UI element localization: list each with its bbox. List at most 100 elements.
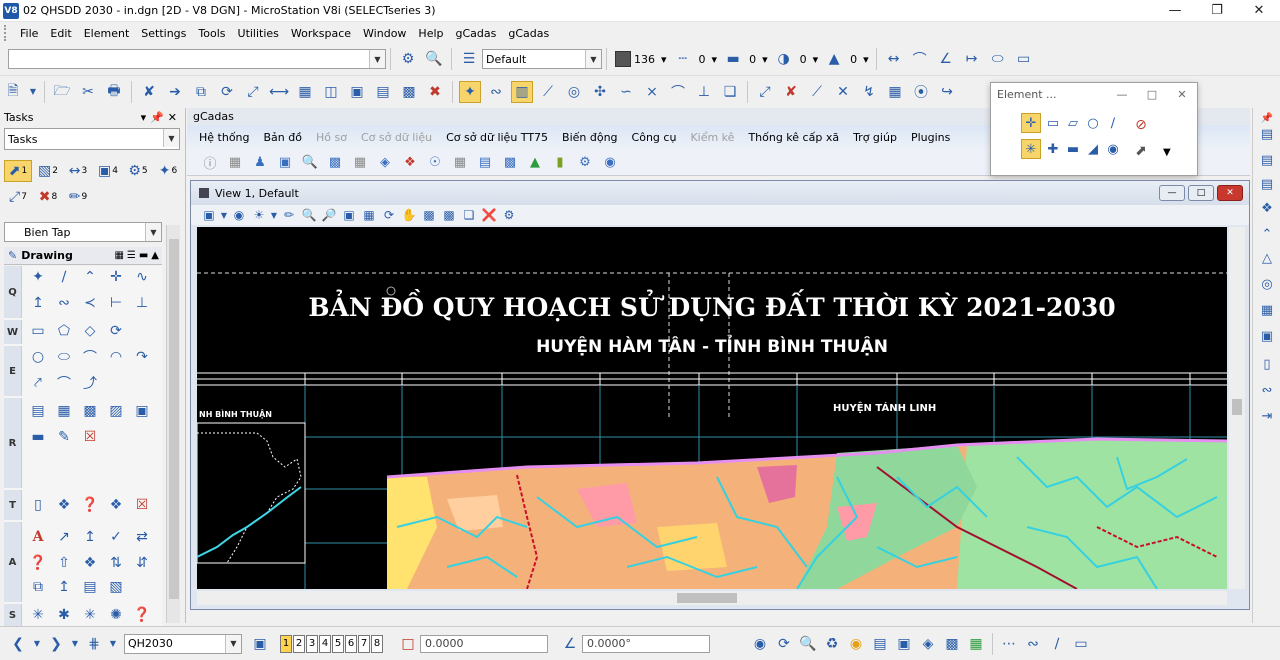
measure-icon[interactable]: ↔: [883, 48, 905, 70]
circle-tool-icon[interactable]: ○: [26, 346, 50, 368]
panel-controls[interactable]: ▾📌✕: [141, 111, 181, 124]
maximize-button[interactable]: □: [1137, 88, 1167, 101]
remove-icon[interactable]: ✖: [424, 81, 446, 103]
extend-icon[interactable]: ⟋: [806, 81, 828, 103]
settings-grid-icon[interactable]: ▦: [224, 152, 246, 172]
circle-icon[interactable]: ◎: [563, 81, 585, 103]
smart-line-icon[interactable]: ↥: [26, 292, 50, 314]
color-swatch[interactable]: [615, 51, 631, 67]
curve-edit-icon[interactable]: ∾: [1023, 634, 1043, 654]
scroll-thumb[interactable]: [677, 593, 737, 603]
mirror-icon[interactable]: ⟷: [268, 81, 290, 103]
view-button-8[interactable]: 8: [371, 634, 383, 653]
style-value[interactable]: 0: [699, 53, 706, 66]
category-w[interactable]: W: [4, 320, 22, 344]
chevron-down-icon[interactable]: ▾: [813, 53, 819, 66]
user-icon[interactable]: ☉: [424, 152, 446, 172]
tasks-scrollbar[interactable]: [166, 225, 180, 623]
view-mode-icons[interactable]: ▦☰▬▲: [114, 250, 162, 261]
statistics-icon[interactable]: ▩: [499, 152, 521, 172]
cell-tool-icon[interactable]: ✦ 6: [154, 160, 182, 182]
layers-icon[interactable]: ☰: [458, 48, 480, 70]
chevron-down-icon[interactable]: ▾: [762, 53, 768, 66]
zoom-out-icon[interactable]: 🔎: [319, 206, 339, 224]
menu-settings[interactable]: Settings: [135, 27, 192, 40]
coin-icon[interactable]: ◉: [846, 634, 866, 654]
half-ellipse-icon[interactable]: ◠: [104, 346, 128, 368]
arc-3pt-icon[interactable]: ⌒: [52, 372, 76, 394]
text-abc-icon[interactable]: ▤: [78, 576, 102, 598]
refresh-icon[interactable]: ⟳: [774, 634, 794, 654]
import-icon[interactable]: ▣: [894, 634, 914, 654]
arc-tangent-icon[interactable]: ⤴: [78, 372, 102, 394]
view-attributes-icon[interactable]: ▣: [199, 206, 219, 224]
pattern-linear-icon[interactable]: ▨: [104, 400, 128, 422]
polygon-icon[interactable]: ⬠: [52, 320, 76, 342]
gmenu-plugins[interactable]: Plugins: [911, 131, 950, 144]
view-vertical-scrollbar[interactable]: [1229, 227, 1245, 589]
selection-icon[interactable]: ✦: [459, 80, 481, 103]
snap-origin-icon[interactable]: ✺: [104, 604, 128, 626]
spell-check-icon[interactable]: ✓: [104, 526, 128, 548]
curves-icon[interactable]: ∾: [1257, 380, 1277, 400]
modify-arc-icon[interactable]: ↷: [130, 346, 154, 368]
snap-help-icon[interactable]: ❓: [130, 604, 154, 626]
chevron-down-icon[interactable]: ▼: [585, 50, 601, 68]
transparency-icon[interactable]: ◑: [773, 48, 795, 70]
shape-edit-icon[interactable]: ▭: [1071, 634, 1091, 654]
point-icon[interactable]: ✣: [589, 81, 611, 103]
grip-handle[interactable]: [4, 25, 8, 41]
extend-right-icon[interactable]: ⇥: [1257, 406, 1277, 426]
weight-value[interactable]: 0: [749, 53, 756, 66]
maximize-button[interactable]: □: [1188, 185, 1214, 201]
arc-dimension-icon[interactable]: ⌒: [909, 48, 931, 70]
distance-field[interactable]: 0.0000: [420, 634, 548, 653]
move-icon[interactable]: ➔: [164, 81, 186, 103]
chevron-down-icon[interactable]: ▼: [32, 634, 42, 654]
map-frame-icon[interactable]: ▣: [274, 152, 296, 172]
trim-tool-icon[interactable]: ▯: [26, 494, 50, 516]
color-value[interactable]: 136: [634, 53, 655, 66]
image-icon[interactable]: ▦: [966, 634, 986, 654]
view-settings-icon[interactable]: ⚙: [499, 206, 519, 224]
chevron-down-icon[interactable]: ▼: [28, 81, 38, 103]
rotate-icon[interactable]: ⟳: [216, 81, 238, 103]
transparency-value[interactable]: 0: [800, 53, 807, 66]
scale-icon[interactable]: ⤢: [242, 81, 264, 103]
text-box-icon[interactable]: ▧: [104, 576, 128, 598]
maximize-button[interactable]: ❐: [1196, 0, 1238, 22]
offset-icon[interactable]: ▤: [1257, 150, 1277, 170]
menu-tools[interactable]: Tools: [192, 27, 231, 40]
align-edge-icon[interactable]: ↪: [936, 81, 958, 103]
copy-parallel-icon[interactable]: ▤: [1257, 124, 1277, 144]
clip-mask-icon[interactable]: ❌: [479, 206, 499, 224]
modify-vertex-icon[interactable]: ❖: [104, 494, 128, 516]
arc-icon[interactable]: ⌒: [667, 81, 689, 103]
place-point-icon[interactable]: ✦: [26, 266, 50, 288]
chevron-down-icon[interactable]: ▼: [108, 634, 118, 654]
menu-help[interactable]: Help: [412, 27, 449, 40]
category-e[interactable]: E: [4, 346, 22, 396]
array-icon[interactable]: ▦: [294, 81, 316, 103]
angle-dimension-icon[interactable]: ∠: [935, 48, 957, 70]
snap-center-icon[interactable]: ✳: [78, 604, 102, 626]
line-edit-icon[interactable]: ∕: [1047, 634, 1067, 654]
snap-icon[interactable]: ⦿: [910, 81, 932, 103]
gmenu-thong-ke-cap-xa[interactable]: Thống kê cấp xã: [748, 131, 839, 144]
open-icon[interactable]: 🗁: [51, 81, 73, 103]
forward-icon[interactable]: ❯: [46, 634, 66, 654]
ellipse-icon[interactable]: ⬭: [987, 48, 1009, 70]
update-icon[interactable]: ✏: [279, 206, 299, 224]
cut-icon[interactable]: ✂: [77, 81, 99, 103]
database-sync-icon[interactable]: ◈: [918, 634, 938, 654]
element-selection-icon[interactable]: ⬈ 1: [4, 160, 32, 182]
gmenu-tro-giup[interactable]: Trợ giúp: [853, 131, 897, 144]
menu-gcadas-1[interactable]: gCadas: [450, 27, 503, 40]
chevron-up-icon[interactable]: ⌃: [1257, 224, 1277, 244]
grid-icon[interactable]: ▦: [884, 81, 906, 103]
print-icon[interactable]: 🖶: [103, 81, 125, 103]
zoom-in-icon[interactable]: 🔍: [299, 206, 319, 224]
place-text-icon[interactable]: A: [26, 526, 50, 548]
chevron-down-icon[interactable]: ▼: [219, 206, 229, 224]
window-area-icon[interactable]: ▣: [339, 206, 359, 224]
